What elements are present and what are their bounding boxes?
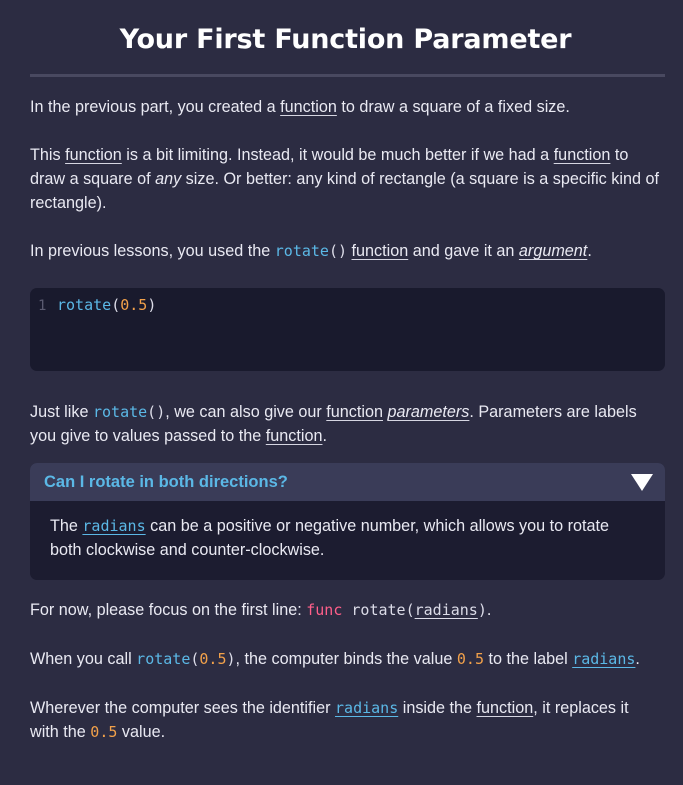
- code-number: 0.5: [120, 296, 148, 314]
- code-param-radians[interactable]: radians: [415, 601, 478, 619]
- glossary-link-function[interactable]: function: [554, 146, 611, 164]
- paragraph-parameters: Just like rotate(), we can also give our…: [30, 403, 637, 445]
- callout-body: The radians can be a positive or negativ…: [50, 517, 610, 559]
- emphasis-any: any: [155, 170, 182, 188]
- lesson-page: Your First Function Parameter In the pre…: [0, 0, 683, 785]
- faq-callout: Can I rotate in both directions? The rad…: [30, 463, 665, 580]
- inline-code-rotate: rotate: [274, 242, 329, 260]
- paragraph-intro: In the previous part, you created a func…: [30, 98, 570, 116]
- callout-title: Can I rotate in both directions?: [44, 472, 288, 491]
- inline-code-radians[interactable]: radians: [82, 517, 145, 535]
- code-block[interactable]: 1 rotate(0.5): [30, 288, 665, 371]
- inline-code-radians[interactable]: radians: [335, 699, 398, 717]
- glossary-link-function[interactable]: function: [326, 403, 383, 421]
- paragraph-previous-lessons: In previous lessons, you used the rotate…: [30, 242, 592, 260]
- paragraph-first-line: For now, please focus on the first line:…: [30, 601, 492, 619]
- glossary-link-function[interactable]: function: [280, 98, 337, 116]
- line-number: 1: [38, 298, 47, 314]
- page-title: Your First Function Parameter: [119, 24, 572, 55]
- paragraph-limitation: This function is a bit limiting. Instead…: [30, 146, 659, 212]
- code-function-signature: rotate(: [342, 601, 415, 619]
- paragraph-replacement: Wherever the computer sees the identifie…: [30, 699, 629, 741]
- collapse-triangle-icon[interactable]: [631, 473, 653, 491]
- callout-header[interactable]: Can I rotate in both directions?: [30, 463, 665, 501]
- glossary-link-function[interactable]: function: [352, 242, 409, 260]
- paragraph-binding: When you call rotate(0.5), the computer …: [30, 650, 640, 668]
- glossary-link-argument[interactable]: argument: [519, 242, 587, 260]
- glossary-link-function[interactable]: function: [266, 427, 323, 445]
- glossary-link-parameters[interactable]: parameters: [388, 403, 470, 421]
- inline-code-number: 0.5: [456, 650, 484, 668]
- inline-code-number: 0.5: [90, 723, 118, 741]
- title-divider: [30, 74, 665, 77]
- code-keyword-func: func: [306, 601, 343, 619]
- glossary-link-function[interactable]: function: [65, 146, 122, 164]
- glossary-link-function[interactable]: function: [477, 699, 534, 717]
- inline-code-radians[interactable]: radians: [572, 650, 635, 668]
- inline-code-rotate: rotate: [136, 650, 191, 668]
- inline-code-rotate: rotate: [92, 403, 148, 421]
- code-function-name: rotate: [57, 296, 112, 314]
